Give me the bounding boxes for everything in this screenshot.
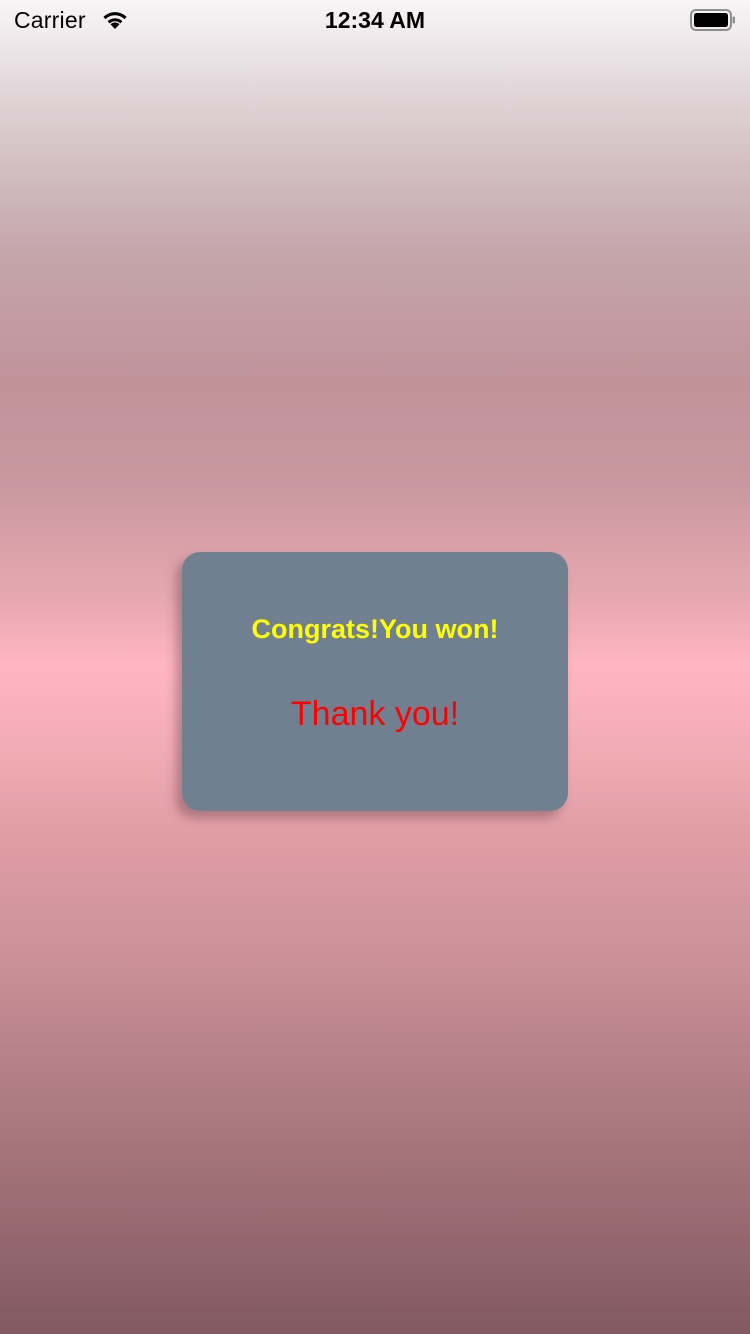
alert-title: Congrats!You won! <box>251 614 499 644</box>
win-alert-card: Congrats!You won! Thank you! <box>182 552 568 811</box>
battery-icon <box>690 9 736 31</box>
status-bar: Carrier 12:34 AM <box>0 0 750 40</box>
status-time: 12:34 AM <box>324 7 426 33</box>
alert-message: Thank you! <box>290 695 460 733</box>
